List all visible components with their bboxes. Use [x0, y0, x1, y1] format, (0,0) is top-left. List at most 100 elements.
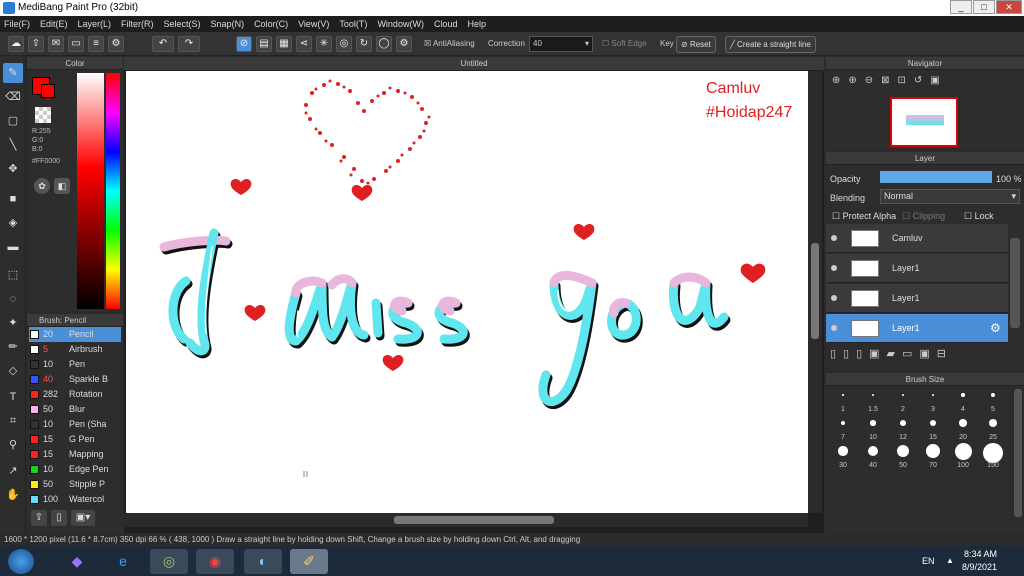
- navigator-controls[interactable]: ⊕⊕⊖⊠⊡↺▣: [832, 75, 948, 86]
- brush-item[interactable]: 50 Stipple P: [29, 477, 121, 492]
- maximize-button[interactable]: □: [973, 0, 995, 14]
- menu-file[interactable]: File(F): [4, 19, 30, 29]
- drawing-canvas[interactable]: Camluv #Hoidap247: [126, 71, 808, 513]
- line-tool-icon[interactable]: ╲: [3, 135, 23, 155]
- radial-snap-icon[interactable]: ✳: [316, 36, 332, 52]
- internet-explorer-icon[interactable]: e: [104, 549, 142, 574]
- brush-size-option[interactable]: 70: [918, 443, 948, 469]
- save-icon[interactable]: ▭: [68, 36, 84, 52]
- brush-item[interactable]: 50 Blur: [29, 402, 121, 417]
- brush-size-option[interactable]: 10: [858, 415, 888, 441]
- menu-help[interactable]: Help: [467, 19, 486, 29]
- brush-size-option[interactable]: 150: [978, 443, 1008, 469]
- brush-item[interactable]: 15 Mapping: [29, 447, 121, 462]
- text-tool-icon[interactable]: T: [3, 387, 23, 407]
- straight-line-button[interactable]: ╱ Create a straight line: [725, 36, 816, 53]
- dot-tool-icon[interactable]: ▢: [3, 111, 23, 131]
- brush-size-option[interactable]: 1: [828, 387, 858, 413]
- vertical-scroll-thumb[interactable]: [811, 243, 819, 339]
- brush-item[interactable]: 40 Sparkle B: [29, 372, 121, 387]
- brush-size-option[interactable]: 40: [858, 443, 888, 469]
- parallel-snap-icon[interactable]: ▤: [256, 36, 272, 52]
- select-eraser-icon[interactable]: ◇: [3, 361, 23, 381]
- layer-row[interactable]: Layer1 ⚙: [826, 314, 1008, 343]
- brush-item[interactable]: 20 Pencil: [29, 327, 121, 342]
- snap-settings-icon[interactable]: ⚙: [396, 36, 412, 52]
- menu-filter[interactable]: Filter(R): [121, 19, 154, 29]
- brush-size-option[interactable]: 100: [948, 443, 978, 469]
- layer-row[interactable]: Camluv: [826, 224, 1008, 253]
- start-button-icon[interactable]: [8, 549, 34, 574]
- menu-window[interactable]: Window(W): [377, 19, 424, 29]
- redo-icon[interactable]: ↷: [178, 36, 200, 52]
- brush-item[interactable]: 10 Pen (Sha: [29, 417, 121, 432]
- brush-size-option[interactable]: 7: [828, 415, 858, 441]
- menu-layer[interactable]: Layer(L): [78, 19, 112, 29]
- ellipse-snap-icon[interactable]: ◯: [376, 36, 392, 52]
- palette-icon[interactable]: ✿: [34, 178, 50, 194]
- opacity-slider[interactable]: [880, 171, 992, 183]
- fill-tool-icon[interactable]: ◈: [3, 213, 23, 233]
- operation-tool-icon[interactable]: ↗: [3, 461, 23, 481]
- magic-wand-icon[interactable]: ✦: [3, 313, 23, 333]
- brush-item[interactable]: 100 Watercol: [29, 492, 121, 507]
- undo-icon[interactable]: ↶: [152, 36, 174, 52]
- layer-row[interactable]: Layer1: [826, 284, 1008, 313]
- visibility-eye-icon[interactable]: [831, 265, 837, 271]
- layer-scrollbar[interactable]: [1010, 238, 1020, 328]
- perspective-snap-icon[interactable]: ⋖: [296, 36, 312, 52]
- no-snap-icon[interactable]: ⊘: [236, 36, 252, 52]
- app-green-icon[interactable]: ◎: [150, 549, 188, 574]
- add-brush-icon[interactable]: ⇪: [31, 510, 47, 526]
- brush-size-option[interactable]: 50: [888, 443, 918, 469]
- brush-size-scrollbar[interactable]: [1014, 389, 1022, 517]
- paint-task-icon[interactable]: ✐: [290, 549, 328, 574]
- brush-size-option[interactable]: 5: [978, 387, 1008, 413]
- brush-item[interactable]: 15 G Pen: [29, 432, 121, 447]
- tray-chevron-icon[interactable]: ▲: [946, 556, 954, 565]
- comment-icon[interactable]: ✉: [48, 36, 64, 52]
- grid-snap-icon[interactable]: ▦: [276, 36, 292, 52]
- protect-alpha-checkbox[interactable]: ☐ Protect Alpha: [832, 211, 896, 222]
- cloud-icon[interactable]: ☁: [8, 36, 24, 52]
- brush-item[interactable]: 282 Rotation: [29, 387, 121, 402]
- color-settings-icon[interactable]: ◧: [54, 178, 70, 194]
- minimize-button[interactable]: _: [950, 0, 972, 14]
- reset-button[interactable]: ⊘ Reset: [676, 36, 716, 53]
- navigator-preview[interactable]: [890, 97, 958, 147]
- horizontal-scroll-thumb[interactable]: [394, 516, 554, 524]
- gradient-tool-icon[interactable]: ▬: [3, 237, 23, 257]
- move-tool-icon[interactable]: ✥: [3, 159, 23, 179]
- menu-select[interactable]: Select(S): [164, 19, 201, 29]
- document-tab[interactable]: Untitled: [124, 57, 824, 70]
- brush-size-option[interactable]: 2: [888, 387, 918, 413]
- medibang-task-icon[interactable]: ◐: [244, 549, 282, 574]
- brush-size-option[interactable]: 30: [828, 443, 858, 469]
- close-button[interactable]: ✕: [996, 0, 1022, 14]
- brush-item[interactable]: 10 Pen: [29, 357, 121, 372]
- language-indicator[interactable]: EN: [922, 556, 935, 566]
- divide-tool-icon[interactable]: ⌗: [3, 411, 23, 431]
- lasso-tool-icon[interactable]: ◌: [3, 289, 23, 309]
- circle-snap-icon[interactable]: ◎: [336, 36, 352, 52]
- brush-size-option[interactable]: 4: [948, 387, 978, 413]
- background-color-swatch[interactable]: [41, 84, 55, 98]
- menu-view[interactable]: View(V): [298, 19, 329, 29]
- lock-checkbox[interactable]: ☐ Lock: [964, 211, 994, 222]
- color-saturation-field[interactable]: [77, 73, 104, 309]
- chrome-icon[interactable]: ◉: [196, 549, 234, 574]
- visibility-eye-icon[interactable]: [831, 325, 837, 331]
- brush-item[interactable]: 10 Edge Pen: [29, 462, 121, 477]
- visibility-eye-icon[interactable]: [831, 235, 837, 241]
- menu-edit[interactable]: Edit(E): [40, 19, 68, 29]
- menu-color[interactable]: Color(C): [254, 19, 288, 29]
- menu-snap[interactable]: Snap(N): [211, 19, 245, 29]
- curve-snap-icon[interactable]: ↻: [356, 36, 372, 52]
- layer-settings-gear-icon[interactable]: ⚙: [990, 321, 1001, 335]
- clock-time[interactable]: 8:34 AM: [964, 549, 997, 559]
- hue-slider[interactable]: [106, 73, 120, 309]
- transparent-color-swatch[interactable]: [35, 107, 51, 123]
- horizontal-scrollbar[interactable]: [124, 513, 808, 527]
- settings-doc-icon[interactable]: ⚙: [108, 36, 124, 52]
- visual-studio-icon[interactable]: ◆: [58, 549, 96, 574]
